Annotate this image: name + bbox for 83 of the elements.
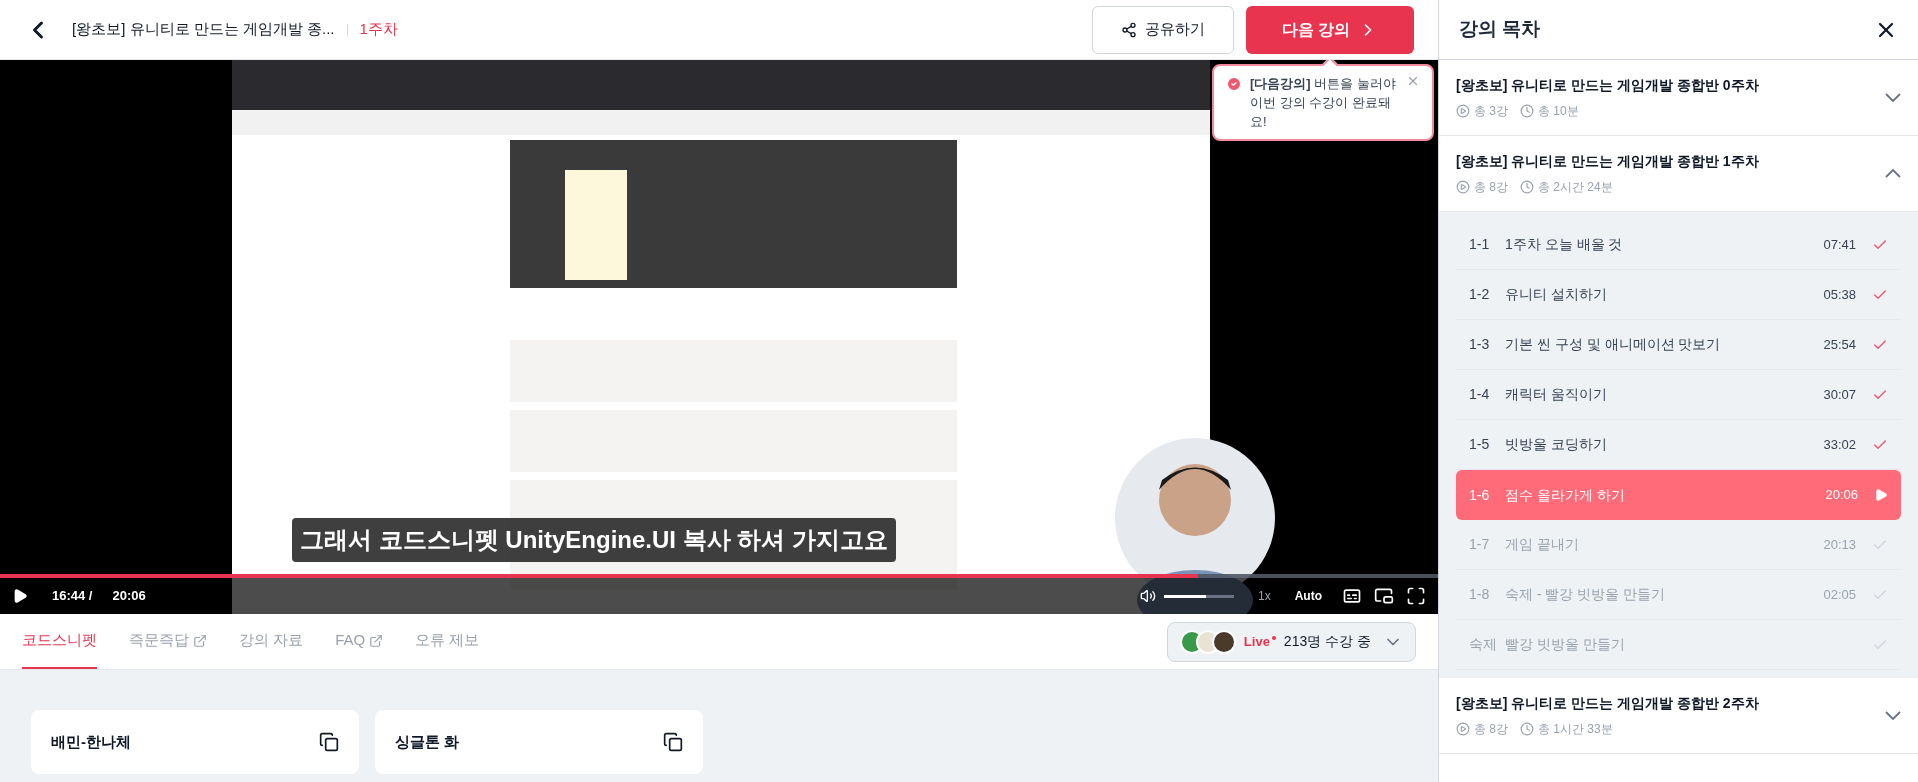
- lesson-number: 1-8: [1469, 585, 1491, 604]
- picture-in-picture-icon[interactable]: [1374, 586, 1394, 606]
- lesson-title: 게임 끝내기: [1505, 535, 1579, 554]
- fullscreen-icon[interactable]: [1406, 586, 1426, 606]
- next-lecture-button[interactable]: 다음 강의: [1245, 5, 1414, 54]
- section-title: [왕초보] 유니티로 만드는 게임개발 종합반 2주차: [1456, 694, 1759, 713]
- lesson-number: 1-3: [1469, 335, 1491, 354]
- check-circle-icon: [1226, 76, 1242, 92]
- clock-icon: [1520, 722, 1534, 736]
- lesson-title: 숙제 - 빨강 빗방울 만들기: [1505, 585, 1666, 604]
- live-label: Live: [1243, 632, 1270, 651]
- clock-icon: [1520, 180, 1534, 194]
- lesson-item[interactable]: 1-4 캐릭터 움직이기 30:07: [1456, 370, 1901, 420]
- lesson-title: 유니티 설치하기: [1505, 285, 1607, 304]
- lesson-duration: 30:07: [1823, 385, 1856, 404]
- lesson-number: 1-4: [1469, 385, 1491, 404]
- course-title: [왕초보] 유니티로 만드는 게임개발 종...: [72, 19, 335, 40]
- clock-icon: [1520, 104, 1534, 118]
- section-duration: 총 10분: [1538, 103, 1579, 120]
- lesson-title: 1주차 오늘 배울 것: [1505, 235, 1623, 254]
- snippet-card[interactable]: 싱글톤 화: [375, 710, 703, 774]
- external-link-icon: [193, 633, 207, 648]
- section-title: [왕초보] 유니티로 만드는 게임개발 종합반 0주차: [1456, 76, 1759, 95]
- tooltip-text: [다음강의] 버튼을 눌러야 이번 강의 수강이 완료돼요!: [1250, 75, 1397, 131]
- section-header[interactable]: [왕초보] 유니티로 만드는 게임개발 종합반 2주차 총 8강 총 1시간 33분: [1439, 678, 1918, 754]
- lesson-count: 총 8강: [1474, 721, 1508, 738]
- lesson-number: 1-6: [1469, 485, 1491, 505]
- lesson-duration: 20:13: [1823, 535, 1856, 554]
- lesson-item[interactable]: 1-3 기본 씬 구성 및 애니메이션 맛보기 25:54: [1456, 320, 1901, 370]
- section-duration: 총 1시간 33분: [1538, 721, 1613, 738]
- captions-icon[interactable]: [1342, 586, 1362, 606]
- lesson-title: 기본 씬 구성 및 애니메이션 맛보기: [1505, 335, 1721, 354]
- lesson-number: 1-5: [1469, 435, 1491, 454]
- duration: 20:06: [112, 587, 146, 606]
- play-icon: [1874, 488, 1888, 502]
- lesson-duration: 25:54: [1823, 335, 1856, 354]
- lesson-number: 1-2: [1469, 285, 1491, 304]
- lesson-duration: 33:02: [1823, 435, 1856, 454]
- live-viewers-pill[interactable]: Live 213명 수강 중: [1166, 621, 1416, 662]
- lesson-number: 1-7: [1469, 535, 1491, 554]
- share-icon: [1120, 21, 1137, 38]
- volume-slider[interactable]: [1164, 594, 1234, 598]
- section-duration: 총 2시간 24분: [1538, 179, 1613, 196]
- avatar: [1211, 629, 1236, 654]
- lesson-title: 빗방울 코딩하기: [1505, 435, 1607, 454]
- snippet-card[interactable]: 배민-한나체: [31, 710, 359, 774]
- quality-button[interactable]: Auto: [1294, 587, 1322, 605]
- lesson-duration: 05:38: [1823, 285, 1856, 304]
- play-icon[interactable]: [12, 588, 28, 604]
- lesson-duration: 07:41: [1823, 235, 1856, 254]
- speed-button[interactable]: 1x: [1258, 587, 1271, 605]
- week-label: 1주차: [359, 19, 398, 40]
- sidebar-title: 강의 목차: [1459, 17, 1541, 42]
- lesson-number: 1-1: [1469, 235, 1491, 254]
- progress-track[interactable]: [0, 574, 1438, 578]
- copy-icon[interactable]: [663, 732, 683, 752]
- volume-icon[interactable]: [1140, 588, 1156, 604]
- snippet-title: 싱글톤 화: [395, 731, 460, 752]
- lesson-item[interactable]: 1-2 유니티 설치하기 05:38: [1456, 270, 1901, 320]
- lesson-number: 숙제: [1469, 635, 1498, 654]
- lesson-duration: 20:06: [1825, 486, 1858, 505]
- lesson-count: 총 8강: [1474, 179, 1508, 196]
- snippet-title: 배민-한나체: [51, 731, 131, 752]
- lesson-title: 빨강 빗방울 만들기: [1505, 635, 1625, 654]
- lesson-item[interactable]: 1-1 1주차 오늘 배울 것 07:41: [1456, 220, 1901, 270]
- lesson-count: 총 3강: [1474, 103, 1508, 120]
- chevron-down-icon: [1885, 93, 1901, 102]
- section-header[interactable]: [왕초보] 유니티로 만드는 게임개발 종합반 0주차 총 3강 총 10분: [1439, 60, 1918, 136]
- play-circle-icon: [1456, 180, 1470, 194]
- chevron-down-icon: [1885, 711, 1901, 720]
- section-title: [왕초보] 유니티로 만드는 게임개발 종합반 1주차: [1456, 152, 1759, 171]
- share-button[interactable]: 공유하기: [1091, 5, 1234, 54]
- copy-icon[interactable]: [319, 732, 339, 752]
- current-time: 16:44 /: [52, 587, 93, 606]
- play-circle-icon: [1456, 722, 1470, 736]
- chevron-up-icon: [1885, 169, 1901, 178]
- lesson-title: 캐릭터 움직이기: [1505, 385, 1607, 404]
- viewer-count: 213명 수강 중: [1283, 632, 1371, 651]
- lesson-title: 점수 올라가게 하기: [1505, 485, 1625, 505]
- external-link-icon: [369, 633, 384, 648]
- lesson-duration: 02:05: [1823, 585, 1856, 604]
- play-circle-icon: [1456, 104, 1470, 118]
- subtitle-caption: 그래서 코드스니펫 UnityEngine.UI 복사 하셔 가지고요: [292, 518, 896, 562]
